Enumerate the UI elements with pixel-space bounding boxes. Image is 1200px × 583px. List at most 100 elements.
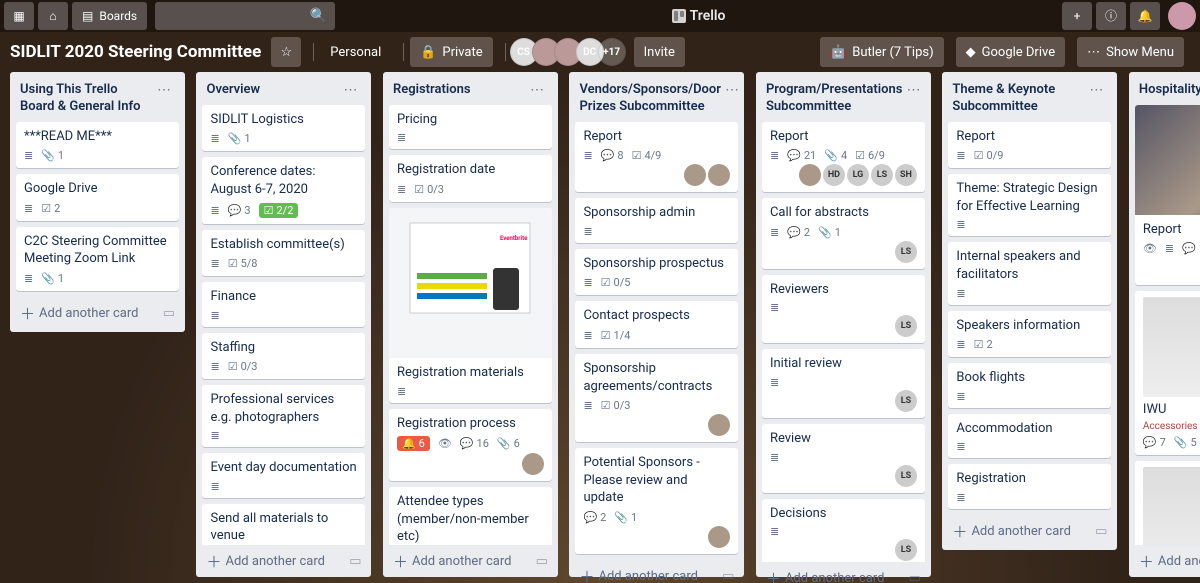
card[interactable]: Eventbrite Registration materials ≣ [389, 208, 552, 403]
list-menu-button[interactable]: ⋯ [902, 82, 924, 98]
comment-icon: 💬 [1182, 243, 1196, 254]
card[interactable]: ESU 💬 1📎 4☑ 0/7 [1135, 461, 1200, 545]
list-title[interactable]: Overview [206, 82, 339, 99]
list-menu-button[interactable]: ⋯ [721, 82, 743, 98]
card[interactable]: Reviewers ≣ LS [762, 275, 925, 344]
boards-button[interactable]: ▤ Boards [72, 2, 147, 30]
board-canvas[interactable]: Using This Trello Board & General Info ⋯… [0, 72, 1200, 583]
notifications-button[interactable]: 🔔 [1130, 2, 1160, 30]
card-member-avatar[interactable]: SH [895, 164, 917, 186]
card-template-button[interactable]: ▭ [722, 569, 734, 583]
card[interactable]: Internal speakers and facilitators ≣ [948, 242, 1111, 304]
card-member-avatar[interactable] [708, 164, 730, 186]
card-member-avatar[interactable] [799, 164, 821, 186]
card[interactable]: Theme: Strategic Design for Effective Le… [948, 174, 1111, 236]
card[interactable]: Report ≣💬 21📎 4☑ 6/9 HDLGLSSH [762, 122, 925, 193]
card[interactable]: Establish committee(s) ≣☑ 5/8 [202, 230, 365, 277]
card[interactable]: Initial review ≣ LS [762, 349, 925, 418]
search-input[interactable]: 🔍 [155, 2, 335, 30]
card-member-avatar[interactable] [708, 526, 730, 548]
card[interactable]: Finance ≣ [202, 282, 365, 327]
add-card-button[interactable]: ＋ Add another card ▭ [575, 560, 738, 583]
add-card-button[interactable]: ＋ Add another card ▭ [762, 562, 925, 583]
card[interactable]: Staffing ≣☑ 0/3 [202, 333, 365, 380]
card[interactable]: Accommodation ≣ [948, 414, 1111, 459]
add-card-button[interactable]: ＋ Add another card ▭ [16, 297, 179, 326]
card[interactable]: Report 👁≣💬 17📎 6☑ 5/15 [1135, 105, 1200, 286]
team-label[interactable]: Personal [320, 45, 391, 60]
home-button[interactable]: ⌂ [38, 2, 68, 30]
card[interactable]: SIDLIT Logistics ≣📎 1 [202, 105, 365, 152]
create-button[interactable]: + [1062, 2, 1092, 30]
list-menu-button[interactable]: ⋯ [339, 82, 361, 98]
board-title[interactable]: SIDLIT 2020 Steering Committee [10, 42, 261, 62]
info-button[interactable]: ⓘ [1096, 2, 1126, 30]
card[interactable]: Professional services e.g. photographers… [202, 385, 365, 447]
card[interactable]: Send all materials to venue ≣☑ 0/6 [202, 504, 365, 545]
card[interactable]: IWU Accessories Available 💬 7📎 5☑ 0/7 [1135, 291, 1200, 455]
card-member-avatar[interactable] [522, 453, 544, 475]
list-title[interactable]: Vendors/Sponsors/Door Prizes Subcommitte… [579, 82, 720, 116]
card[interactable]: Sponsorship agreements/contracts ≣☑ 0/3 [575, 354, 738, 442]
card-member-avatar[interactable]: LS [871, 164, 893, 186]
card-member-avatar[interactable]: LS [895, 539, 917, 561]
add-card-button[interactable]: ＋ Add another card ▭ [202, 545, 365, 574]
list-title[interactable]: Using This Trello Board & General Info [20, 82, 153, 116]
add-card-button[interactable]: ＋ Add another card ▭ [389, 545, 552, 574]
card-member-avatar[interactable] [708, 414, 730, 436]
card[interactable]: Registration ≣ [948, 464, 1111, 509]
member-overflow[interactable]: +17 [598, 38, 626, 66]
card[interactable]: Attendee types (member/non-member etc) ≣ [389, 487, 552, 545]
invite-button[interactable]: Invite [634, 37, 685, 67]
card[interactable]: Google Drive ≣☑ 2 [16, 174, 179, 221]
butler-button[interactable]: 🤖Butler (7 Tips) [820, 37, 944, 67]
list-menu-button[interactable]: ⋯ [526, 82, 548, 98]
card[interactable]: Call for abstracts ≣💬 2📎 1 LS [762, 198, 925, 269]
show-menu-button[interactable]: ⋯Show Menu [1077, 37, 1184, 67]
card-member-avatar[interactable]: LS [895, 315, 917, 337]
card[interactable]: Report ≣☑ 0/9 [948, 122, 1111, 169]
add-card-button[interactable]: ＋ Add another card ▭ [1135, 545, 1200, 574]
card-member-avatar[interactable]: LS [895, 241, 917, 263]
card-title: Professional services e.g. photographers [210, 391, 357, 426]
list-title[interactable]: Program/Presentations Subcommittee [766, 82, 903, 116]
card[interactable]: Potential Sponsors - Please review and u… [575, 448, 738, 554]
card[interactable]: Sponsorship admin ≣ [575, 198, 738, 243]
card-member-avatar[interactable]: HD [823, 164, 845, 186]
card-member-avatar[interactable] [684, 164, 706, 186]
card[interactable]: Sponsorship prospectus ≣☑ 0/5 [575, 249, 738, 296]
card-template-button[interactable]: ▭ [1095, 524, 1107, 539]
list-title[interactable]: Hospitality [1139, 82, 1200, 99]
card-template-button[interactable]: ▭ [909, 571, 921, 583]
card-template-button[interactable]: ▭ [536, 554, 548, 569]
add-card-button[interactable]: ＋ Add another card ▭ [948, 515, 1111, 544]
card[interactable]: Contact prospects ≣☑ 1/4 [575, 301, 738, 348]
card-member-avatar[interactable]: LS [895, 390, 917, 412]
card[interactable]: Book flights ≣ [948, 363, 1111, 408]
list-menu-button[interactable]: ⋯ [153, 82, 175, 98]
app-logo[interactable]: Trello [335, 8, 1062, 24]
google-drive-button[interactable]: ◆Google Drive [956, 37, 1065, 67]
card[interactable]: Pricing ≣ [389, 105, 552, 150]
card[interactable]: Registration date ≣☑ 0/3 [389, 155, 552, 202]
card[interactable]: Conference dates: August 6-7, 2020 ≣💬 3☑… [202, 157, 365, 223]
card[interactable]: Registration process 🔔 6👁💬 16📎 6 [389, 409, 552, 482]
user-avatar[interactable] [1168, 2, 1196, 30]
card[interactable]: Report ≣💬 8☑ 4/9 [575, 122, 738, 193]
card[interactable]: Event day documentation ≣ [202, 453, 365, 498]
apps-menu-button[interactable]: ▦ [4, 2, 34, 30]
star-button[interactable]: ☆ [271, 37, 301, 67]
visibility-button[interactable]: 🔒Private [410, 37, 492, 67]
list-title[interactable]: Theme & Keynote Subcommittee [952, 82, 1085, 116]
card[interactable]: ***READ ME*** ≣📎 1 [16, 122, 179, 169]
card-member-avatar[interactable]: LS [895, 465, 917, 487]
card-member-avatar[interactable]: LG [847, 164, 869, 186]
card[interactable]: Review ≣ LS [762, 424, 925, 493]
list-menu-button[interactable]: ⋯ [1085, 82, 1107, 98]
card[interactable]: Decisions ≣ LS [762, 499, 925, 562]
card[interactable]: C2C Steering Committee Meeting Zoom Link… [16, 227, 179, 291]
list-title[interactable]: Registrations [393, 82, 526, 99]
card[interactable]: Speakers information ≣☑ 2 [948, 311, 1111, 358]
card-template-button[interactable]: ▭ [163, 306, 175, 321]
card-template-button[interactable]: ▭ [349, 554, 361, 569]
